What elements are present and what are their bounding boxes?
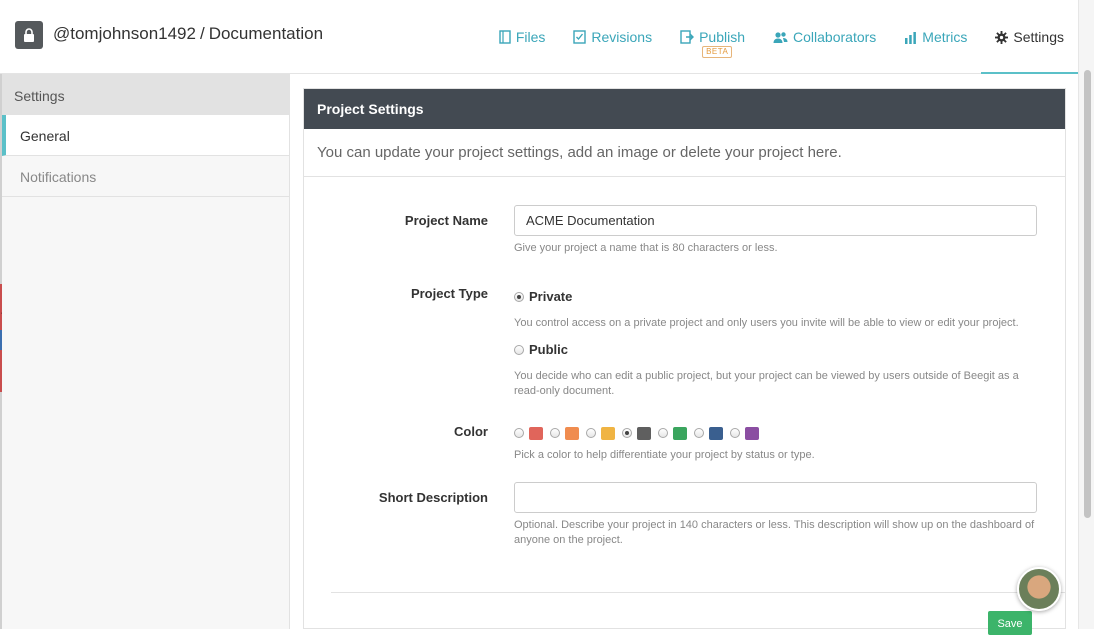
color-swatch[interactable] <box>565 426 579 440</box>
color-radio[interactable] <box>694 428 704 438</box>
form-divider <box>331 592 1066 593</box>
color-swatches <box>514 425 815 443</box>
color-option[interactable] <box>694 426 723 440</box>
breadcrumb-user[interactable]: @tomjohnson1492 <box>53 24 196 43</box>
breadcrumb: @tomjohnson1492/Documentation <box>53 24 323 44</box>
checkbox-icon <box>573 30 587 44</box>
radio-private[interactable] <box>514 291 524 302</box>
breadcrumb-separator: / <box>199 24 205 43</box>
tab-publish-label: Publish <box>699 29 746 45</box>
tab-revisions[interactable]: Revisions <box>559 0 666 74</box>
radio-public-row[interactable]: Public <box>514 341 1039 359</box>
bar-chart-icon <box>905 31 917 44</box>
color-option[interactable] <box>550 426 579 440</box>
radio-public[interactable] <box>514 344 524 355</box>
color-label: Color <box>454 424 488 439</box>
project-type-group: Private You control access on a private … <box>514 288 1039 399</box>
color-help: Pick a color to help differentiate your … <box>514 449 815 461</box>
color-option[interactable] <box>514 426 543 440</box>
color-option[interactable] <box>586 426 615 440</box>
main-nav: Files Revisions Publish BETA Collaborato… <box>485 0 1078 74</box>
radio-private-label[interactable]: Private <box>529 289 572 304</box>
color-radio[interactable] <box>514 428 524 438</box>
private-help: You control access on a private project … <box>514 317 1019 329</box>
lock-icon <box>15 21 43 49</box>
tab-files-label: Files <box>515 29 546 45</box>
users-icon <box>773 31 788 43</box>
save-button[interactable]: Save <box>988 611 1032 635</box>
project-name-group: Give your project a name that is 80 char… <box>514 205 1037 256</box>
color-option[interactable] <box>622 426 651 440</box>
color-radio[interactable] <box>658 428 668 438</box>
panel-title: Project Settings <box>304 89 1065 129</box>
short-description-label: Short Description <box>378 490 488 505</box>
color-radio[interactable] <box>586 428 596 438</box>
tab-metrics[interactable]: Metrics <box>890 0 981 74</box>
settings-sidebar: Settings General Notifications <box>2 74 290 629</box>
avatar[interactable] <box>1017 567 1061 611</box>
sidebar-item-notifications[interactable]: Notifications <box>2 156 289 197</box>
sidebar-item-general[interactable]: General <box>2 115 289 156</box>
breadcrumb-project[interactable]: Documentation <box>209 24 323 43</box>
scrollbar-thumb[interactable] <box>1084 70 1091 518</box>
file-icon <box>499 30 511 44</box>
tab-collaborators[interactable]: Collaborators <box>759 0 890 74</box>
project-name-help: Give your project a name that is 80 char… <box>514 242 778 254</box>
scrollbar[interactable] <box>1078 0 1094 629</box>
color-option[interactable] <box>658 426 687 440</box>
short-description-group: Optional. Describe your project in 140 c… <box>514 482 1039 548</box>
color-group: Pick a color to help differentiate your … <box>514 425 815 463</box>
panel-intro: You can update your project settings, ad… <box>304 129 1065 177</box>
color-swatch[interactable] <box>745 426 759 440</box>
color-swatch[interactable] <box>637 426 651 440</box>
gear-icon <box>995 30 1009 44</box>
publish-icon <box>680 30 695 44</box>
short-description-help: Optional. Describe your project in 140 c… <box>514 519 1035 546</box>
radio-private-row[interactable]: Private <box>514 288 1039 306</box>
color-radio[interactable] <box>622 428 632 438</box>
project-settings-panel: Project Settings You can update your pro… <box>303 88 1066 635</box>
tab-publish[interactable]: Publish BETA <box>666 0 759 74</box>
color-radio[interactable] <box>550 428 560 438</box>
color-radio[interactable] <box>730 428 740 438</box>
color-swatch[interactable] <box>673 426 687 440</box>
top-bar: @tomjohnson1492/Documentation Files Revi… <box>0 0 1078 74</box>
tab-settings-label: Settings <box>1013 29 1064 45</box>
project-type-label: Project Type <box>410 286 488 301</box>
color-swatch[interactable] <box>709 426 723 440</box>
project-name-input[interactable] <box>514 205 1037 236</box>
public-help: You decide who can edit a public project… <box>514 370 1019 397</box>
tab-settings[interactable]: Settings <box>981 0 1078 74</box>
color-option[interactable] <box>730 426 759 440</box>
tab-files[interactable]: Files <box>485 0 560 74</box>
color-swatch[interactable] <box>529 426 543 440</box>
project-name-label: Project Name <box>404 213 488 228</box>
sidebar-heading: Settings <box>2 74 289 115</box>
tab-metrics-label: Metrics <box>922 29 968 45</box>
color-swatch[interactable] <box>601 426 615 440</box>
beta-badge: BETA <box>702 46 733 58</box>
short-description-input[interactable] <box>514 482 1037 513</box>
tab-collaborators-label: Collaborators <box>793 29 877 45</box>
tab-revisions-label: Revisions <box>591 29 653 45</box>
radio-public-label[interactable]: Public <box>529 342 568 357</box>
